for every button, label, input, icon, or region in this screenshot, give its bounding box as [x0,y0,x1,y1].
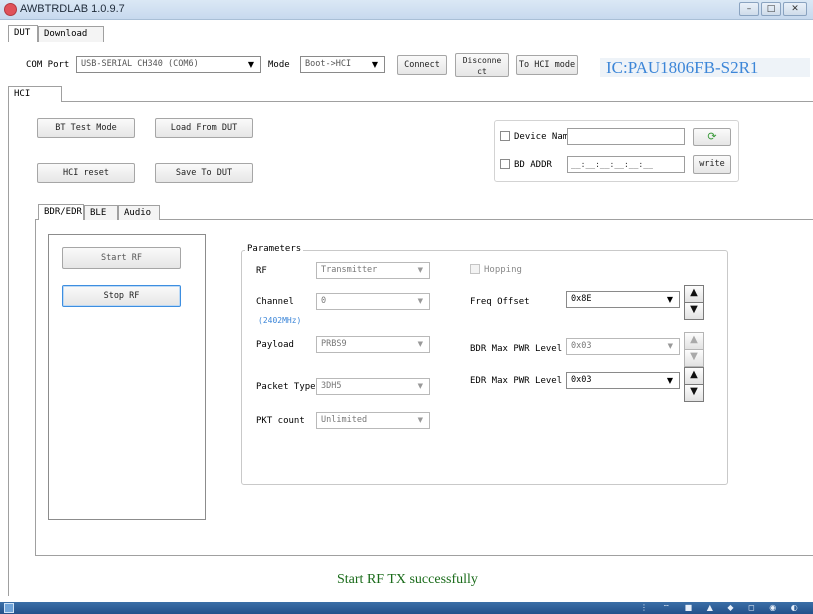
hci-reset-button[interactable]: HCI reset [37,163,135,183]
tab-dut[interactable]: DUT [8,25,38,42]
chevron-down-icon: ▼ [371,60,378,69]
freq-offset-spinner[interactable]: ▲ ▼ [684,285,704,320]
bdr-max-pwr-select[interactable]: 0x03 ▼ [566,338,680,355]
packet-type-select[interactable]: 3DH5 ▼ [316,378,430,395]
connect-button[interactable]: Connect [397,55,447,75]
load-from-dut-button[interactable]: Load From DUT [155,118,253,138]
tab-download[interactable]: Download [38,26,104,42]
rf-control-panel [48,234,206,520]
chevron-down-icon: ▼ [417,416,423,424]
arrow-down-icon[interactable]: ▼ [684,302,704,320]
hopping-label: Hopping [484,265,522,275]
arrow-down-icon[interactable]: ▼ [684,384,704,402]
tab-hci[interactable]: HCI [8,86,62,102]
start-rf-button[interactable]: Start RF [62,247,181,269]
chevron-down-icon: ▼ [666,376,673,385]
device-name-input[interactable] [567,128,685,145]
tray-icons[interactable]: ⋮ ⌔ ■ ▲ ◆ ◻ ◉ ◐ ⚙ [640,603,810,613]
window-title: AWBTRDLAB 1.0.9.7 [20,3,125,15]
tab-bdr-edr[interactable]: BDR/EDR [38,204,84,220]
com-port-label: COM Port [26,60,70,70]
chevron-down-icon: ▼ [417,266,423,274]
hci-tab-divider [8,101,813,102]
maximize-button[interactable]: □ [761,2,781,16]
pkt-count-label: PKT count [256,416,305,426]
arrow-up-icon[interactable]: ▲ [684,285,704,303]
com-port-value: USB-SERIAL CH340 (COM6) [81,59,199,69]
pane-left-border [8,101,9,596]
device-name-label: Device Name [514,132,574,142]
rf-value: Transmitter [321,265,378,275]
chevron-down-icon: ▼ [417,340,423,348]
disconnect-button[interactable]: Disconnect [455,53,509,77]
payload-label: Payload [256,340,294,350]
save-to-dut-button[interactable]: Save To DUT [155,163,253,183]
write-button[interactable]: write [693,155,731,174]
channel-label: Channel [256,297,294,307]
status-message: Start RF TX successfully [337,572,478,587]
chevron-down-icon: ▼ [417,297,423,305]
minimize-button[interactable]: – [739,2,759,16]
bdr-max-pwr-label: BDR Max PWR Level [470,344,563,354]
mode-label: Mode [268,60,290,70]
edr-max-pwr-value: 0x03 [571,375,592,385]
tab-pane-bottom [35,555,813,556]
refresh-icon[interactable]: ⟳ [693,128,731,146]
bdr-max-pwr-value: 0x03 [571,341,592,351]
arrow-up-icon[interactable]: ▲ [684,367,704,385]
bd-addr-label: BD ADDR [514,160,552,170]
arrow-down-icon[interactable]: ▼ [684,349,704,367]
ic-chip-label: IC:PAU1806FB-S2R1 [600,58,810,77]
rf-select[interactable]: Transmitter ▼ [316,262,430,279]
edr-max-pwr-spinner[interactable]: ▲ ▼ [684,367,704,402]
tab-ble[interactable]: BLE [84,205,118,220]
packet-type-label: Packet Type [256,382,316,392]
rf-pane-left-border [35,219,36,556]
payload-select[interactable]: PRBS9 ▼ [316,336,430,353]
parameters-title: Parameters [245,244,304,254]
chevron-down-icon: ▼ [666,295,673,304]
rf-label: RF [256,266,267,276]
edr-max-pwr-select[interactable]: 0x03 ▼ [566,372,680,389]
bd-addr-checkbox[interactable] [500,159,510,169]
tab-audio[interactable]: Audio [118,205,160,220]
packet-type-value: 3DH5 [321,381,342,391]
com-port-select[interactable]: USB-SERIAL CH340 (COM6) ▼ [76,56,261,73]
pkt-count-select[interactable]: Unlimited ▼ [316,412,430,429]
chevron-down-icon: ▼ [667,342,673,350]
freq-offset-value: 0x8E [571,294,592,304]
freq-offset-select[interactable]: 0x8E ▼ [566,291,680,308]
close-button[interactable]: ✕ [783,2,807,16]
start-icon[interactable] [4,603,14,613]
chevron-down-icon: ▼ [417,382,423,390]
channel-frequency: (2402MHz) [258,316,302,325]
channel-select[interactable]: 0 ▼ [316,293,430,310]
edr-max-pwr-label: EDR Max PWR Level [470,376,563,386]
parameters-group [241,250,728,485]
arrow-up-icon[interactable]: ▲ [684,332,704,350]
channel-value: 0 [321,296,327,306]
device-name-checkbox[interactable] [500,131,510,141]
bt-test-mode-button[interactable]: BT Test Mode [37,118,135,138]
pkt-count-value: Unlimited [321,415,368,425]
freq-offset-label: Freq Offset [470,297,530,307]
app-icon [4,3,17,16]
stop-rf-button[interactable]: Stop RF [62,285,181,307]
mode-value: Boot->HCI [305,59,352,69]
to-hci-mode-button[interactable]: To HCI mode [516,55,578,75]
payload-value: PRBS9 [321,339,347,349]
chevron-down-icon: ▼ [247,60,254,69]
hopping-checkbox[interactable] [470,264,480,274]
mode-select[interactable]: Boot->HCI ▼ [300,56,385,73]
bdr-max-pwr-spinner[interactable]: ▲ ▼ [684,332,704,367]
bd-addr-input[interactable]: __:__:__:__:__:__ [567,156,685,173]
